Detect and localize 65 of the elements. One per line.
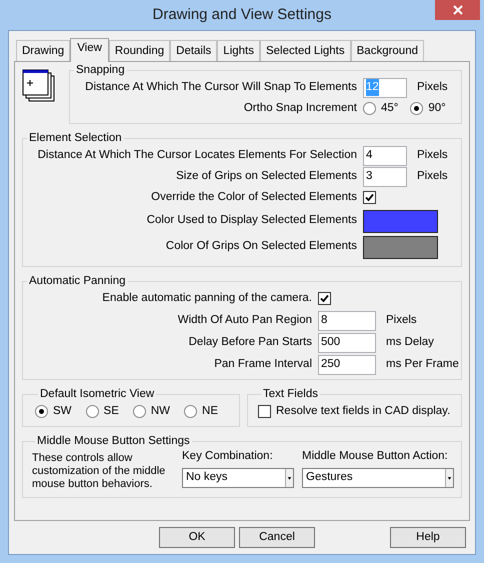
group-title: Text Fields xyxy=(262,388,319,401)
group-title: Element Selection xyxy=(28,132,123,145)
dropdown[interactable]: Gestures xyxy=(302,468,454,488)
field-label: Distance At Which The Cursor Locates Elements For Selection xyxy=(36,148,357,163)
field-label: Ortho Snap Increment xyxy=(242,100,357,116)
field-label: Distance At Which The Cursor Will Snap To Elements xyxy=(84,80,357,95)
field-label: Width Of Auto Pan Region xyxy=(176,312,312,328)
radio-label: SW xyxy=(53,404,72,419)
tab[interactable]: Selected Lights xyxy=(260,40,351,61)
tab[interactable]: Background xyxy=(350,40,424,61)
checkbox[interactable] xyxy=(258,405,271,418)
unit-label: Pixels xyxy=(386,312,417,328)
radio-button[interactable] xyxy=(86,405,99,418)
group-title: Snapping xyxy=(75,64,126,77)
unit-label: ms Delay xyxy=(386,334,434,350)
checkbox[interactable] xyxy=(363,191,376,204)
input-field[interactable]: 4 xyxy=(363,146,407,166)
input-field[interactable]: 8 xyxy=(318,310,376,330)
unit-label: Pixels xyxy=(417,168,448,184)
field-label: Middle Mouse Button Action: xyxy=(302,449,449,464)
unit-label: Pixels xyxy=(417,148,448,163)
color-swatch[interactable] xyxy=(363,236,438,258)
radio-button[interactable] xyxy=(132,405,146,418)
tab[interactable]: Details xyxy=(170,40,218,61)
field-label: Color Of Grips On Selected Elements xyxy=(164,239,357,254)
radio-label: 90° xyxy=(428,100,446,116)
description-text: These controls allow customization of the middle mouse button behaviors. xyxy=(32,451,166,492)
group-title: Default Isometric View xyxy=(39,388,156,401)
dialog-button[interactable]: Help xyxy=(390,527,466,548)
input-field[interactable]: 500 xyxy=(318,332,376,352)
group-title: Automatic Panning xyxy=(28,275,127,288)
close-button[interactable] xyxy=(435,0,480,20)
unit-label: ms Per Frame xyxy=(386,356,459,372)
checkbox[interactable] xyxy=(318,292,331,305)
window-title: Drawing and View Settings xyxy=(152,4,332,25)
field-label: Enable automatic panning of the camera. xyxy=(101,290,312,306)
windows-stack-icon xyxy=(22,69,56,103)
radio-button[interactable] xyxy=(35,405,48,418)
radio-button[interactable] xyxy=(184,405,198,418)
field-label: Delay Before Pan Starts xyxy=(188,334,312,350)
field-label: Size of Grips on Selected Elements xyxy=(175,168,357,184)
radio-button[interactable] xyxy=(363,102,376,115)
input-field[interactable]: 250 xyxy=(318,354,376,374)
tab[interactable]: Lights xyxy=(217,40,260,61)
tab[interactable]: Drawing xyxy=(16,40,70,61)
group-title: Middle Mouse Button Settings xyxy=(36,435,191,448)
dialog-button[interactable]: Cancel xyxy=(239,527,315,548)
radio-label: 45° xyxy=(381,100,398,116)
dropdown[interactable]: No keys xyxy=(182,468,294,488)
color-swatch[interactable] xyxy=(363,210,438,232)
radio-label: NW xyxy=(150,404,170,419)
radio-label: NE xyxy=(202,404,218,419)
dialog-button[interactable]: OK xyxy=(159,527,235,548)
field-label: Key Combination: xyxy=(182,449,274,464)
field-label: Override the Color of Selected Elements xyxy=(150,190,357,205)
checkbox-label: Resolve text fields in CAD display. xyxy=(276,404,450,419)
radio-label: SE xyxy=(104,404,119,419)
radio-button[interactable] xyxy=(410,102,424,115)
field-label: Color Used to Display Selected Elements xyxy=(146,213,357,228)
close-icon xyxy=(452,5,462,15)
tab[interactable]: Rounding xyxy=(108,40,170,61)
unit-label: Pixels xyxy=(417,80,448,95)
tab[interactable]: View xyxy=(70,38,109,62)
field-label: Pan Frame Interval xyxy=(213,356,312,372)
input-field[interactable]: 3 xyxy=(363,166,407,186)
